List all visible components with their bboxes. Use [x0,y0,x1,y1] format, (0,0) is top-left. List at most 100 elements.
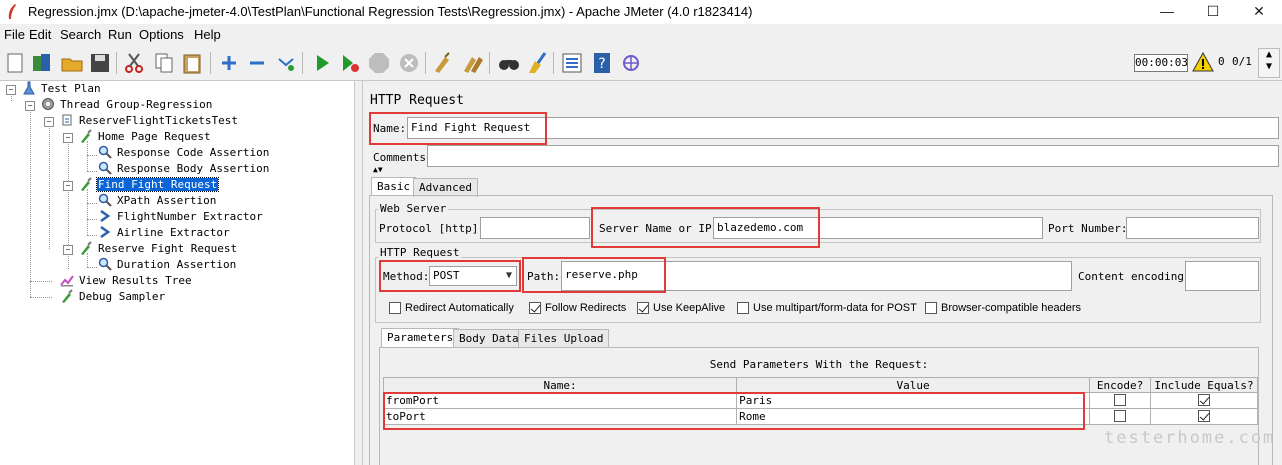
param-encode-cell[interactable] [1089,392,1151,409]
tree-node-response-body-assertion[interactable]: Response Body Assertion [98,161,270,177]
column-header-include-equals[interactable]: Include Equals? [1150,377,1258,393]
use-keepalive-checkbox[interactable] [637,302,649,314]
tab-basic[interactable]: Basic [371,177,417,196]
tree-node-thread-group[interactable]: Thread Group-Regression [41,97,213,113]
remote-icon[interactable] [619,51,643,75]
tree-collapse-toggle[interactable]: − [63,133,73,143]
tree-collapse-toggle[interactable]: − [6,85,16,95]
comments-label: Comments: [373,151,433,164]
include-equals-checkbox[interactable] [1198,410,1210,422]
encode-checkbox[interactable] [1114,394,1127,406]
cut-icon[interactable] [122,51,146,75]
highlight-box [383,392,1085,430]
column-header-value[interactable]: Value [736,377,1091,393]
follow-redirects-label: Follow Redirects [545,302,627,314]
tree-node-duration-assertion[interactable]: Duration Assertion [98,257,237,273]
extractor-icon [100,225,111,239]
minimize-button[interactable]: — [1144,0,1190,24]
port-label: Port Number: [1048,222,1128,235]
menu-edit[interactable]: Edit [29,27,51,42]
tree-node-home-page-request[interactable]: Home Page Request [79,129,212,145]
highlight-box [369,112,547,145]
include-equals-checkbox[interactable] [1198,394,1210,406]
title-bar: Regression.jmx (D:\apache-jmeter-4.0\Tes… [0,0,1282,24]
new-icon[interactable] [3,51,27,75]
listener-icon [60,275,74,287]
split-arrows[interactable]: ▲▼ [373,166,383,174]
tree-node-view-results-tree[interactable]: View Results Tree [60,273,193,289]
tree-collapse-toggle[interactable]: − [63,245,73,255]
tree-node-test-plan[interactable]: Test Plan [22,81,102,97]
tree-node-airline-extractor[interactable]: Airline Extractor [98,225,231,241]
stop-icon[interactable] [367,51,391,75]
column-header-name[interactable]: Name: [382,377,738,393]
use-multipart-label: Use multipart/form-data for POST [753,302,917,314]
assertion-icon [98,161,112,175]
tree-collapse-toggle[interactable]: − [25,101,35,111]
follow-redirects-checkbox[interactable] [529,302,541,314]
tree-node-xpath-assertion[interactable]: XPath Assertion [98,193,217,209]
menu-search[interactable]: Search [60,27,101,42]
search-icon[interactable] [497,51,521,75]
menu-help[interactable]: Help [194,27,221,42]
shutdown-icon[interactable] [397,51,421,75]
menu-run[interactable]: Run [108,27,132,42]
function-helper-icon[interactable] [560,51,584,75]
copy-icon[interactable] [152,51,176,75]
http-request-panel: HTTP Request Name: Find Fight Request Co… [363,81,1282,465]
toolbar-separator [425,52,426,74]
tab-body-data[interactable]: Body Data [453,329,525,348]
tab-files-upload[interactable]: Files Upload [518,329,610,348]
param-include-equals-cell[interactable] [1150,392,1258,409]
help-icon[interactable]: ? [590,51,614,75]
clear-all-icon[interactable] [461,51,485,75]
start-no-pause-icon[interactable] [338,51,362,75]
param-encode-cell[interactable] [1089,408,1151,425]
browser-compatible-checkbox[interactable] [925,302,937,314]
encoding-label: Content encoding: [1078,270,1191,283]
sampler-icon [81,177,92,191]
column-header-encode[interactable]: Encode? [1089,377,1151,393]
toolbar-separator [302,52,303,74]
browser-compatible-label: Browser-compatible headers [941,302,1082,314]
encoding-field[interactable] [1185,261,1259,291]
warning-icon[interactable] [1192,52,1214,72]
maximize-button[interactable]: ☐ [1190,0,1236,24]
tree-node-response-code-assertion[interactable]: Response Code Assertion [98,145,270,161]
splitter[interactable] [355,81,363,465]
tree-collapse-toggle[interactable]: − [63,181,73,191]
tree-node-reserve-fight-request[interactable]: Reserve Fight Request [79,241,238,257]
protocol-field[interactable] [480,217,590,239]
tab-parameters[interactable]: Parameters [381,328,460,347]
extractor-icon [100,209,111,223]
tree-node-debug-sampler[interactable]: Debug Sampler [60,289,166,305]
redirect-automatically-checkbox[interactable] [389,302,401,314]
open-icon[interactable] [60,51,84,75]
use-multipart-checkbox[interactable] [737,302,749,314]
expand-icon[interactable] [217,51,241,75]
comments-field[interactable] [427,145,1279,167]
tree-node-flightnumber-extractor[interactable]: FlightNumber Extractor [98,209,264,225]
assertion-icon [98,145,112,159]
tree-collapse-toggle[interactable]: − [44,117,54,127]
toggle-icon[interactable] [274,51,298,75]
assertion-icon [98,193,112,207]
port-field[interactable] [1126,217,1259,239]
highlight-box [522,257,666,293]
reset-search-icon[interactable] [525,51,549,75]
close-button[interactable]: ✕ [1236,0,1282,24]
paste-icon[interactable] [180,51,204,75]
use-keepalive-label: Use KeepAlive [653,302,726,314]
param-include-equals-cell[interactable] [1150,408,1258,425]
tree-node-find-fight-request[interactable]: Find Fight Request [79,177,220,193]
menu-file[interactable]: File [4,27,25,42]
clear-icon[interactable] [431,51,455,75]
start-icon[interactable] [310,51,334,75]
templates-icon[interactable] [30,51,54,75]
save-icon[interactable] [88,51,112,75]
tree-node-transaction-controller[interactable]: ReserveFlightTicketsTest [60,113,239,129]
encode-checkbox[interactable] [1114,410,1127,422]
menu-options[interactable]: Options [139,27,184,42]
collapse-icon[interactable] [245,51,269,75]
toolbar-scroll[interactable]: ▲ ▼ [1258,48,1280,78]
